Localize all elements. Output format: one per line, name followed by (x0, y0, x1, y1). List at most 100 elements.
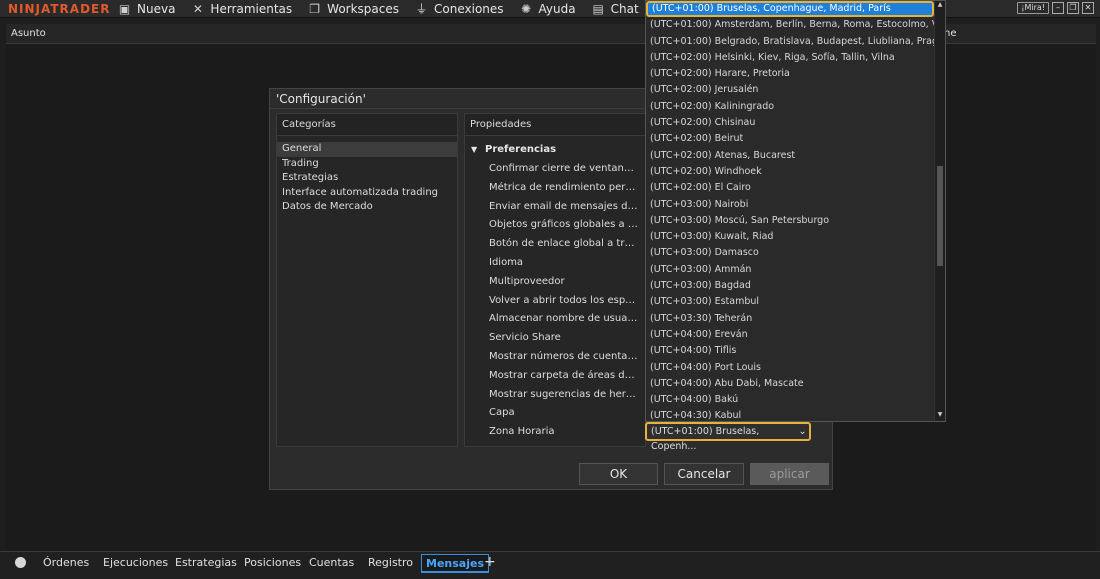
globe-icon[interactable] (15, 557, 26, 568)
property-item[interactable]: Mostrar números de cuenta y sa... (489, 348, 639, 367)
restore-icon[interactable]: ❐ (1067, 2, 1079, 14)
properties-header: Propiedades (465, 114, 645, 136)
menu-label: Chat (610, 1, 639, 16)
mira-button[interactable]: ¡Mira! (1017, 2, 1049, 14)
menu-label: Herramientas (210, 1, 293, 16)
workspaces-icon: ❐ (309, 1, 321, 16)
timezone-option[interactable]: (UTC+04:00) Tiflis (646, 343, 934, 359)
property-item[interactable]: Servicio Share (489, 329, 639, 348)
timezone-option[interactable]: (UTC+02:00) Harare, Pretoria (646, 66, 934, 82)
menu-conexiones[interactable]: ⏚ Conexiones (415, 2, 504, 16)
scrollbar-thumb[interactable] (937, 166, 943, 266)
timezone-option[interactable]: (UTC+03:00) Damasco (646, 245, 934, 261)
dropdown-scrollbar[interactable]: ▲ ▼ (934, 1, 945, 421)
tab-registro[interactable]: Registro (364, 554, 417, 573)
tab-estrategias[interactable]: Estrategias (171, 554, 241, 573)
timezone-option[interactable]: (UTC+04:00) Port Louis (646, 360, 934, 376)
timezone-option[interactable]: (UTC+03:00) Nairobi (646, 197, 934, 213)
timezone-option[interactable]: (UTC+03:00) Bagdad (646, 278, 934, 294)
property-item[interactable]: Mostrar carpeta de áreas de tra... (489, 367, 639, 386)
ok-button[interactable]: OK (579, 463, 658, 485)
timezone-option[interactable]: (UTC+04:00) Ereván (646, 327, 934, 343)
property-item[interactable]: Enviar email de mensajes de aler... (489, 198, 639, 217)
timezone-option[interactable]: (UTC+02:00) Windhoek (646, 164, 934, 180)
timezone-option[interactable]: (UTC+03:00) Ammán (646, 262, 934, 278)
scroll-up-icon[interactable]: ▲ (936, 1, 944, 8)
timezone-options: (UTC+01:00) Bruselas, Copenhague, Madrid… (646, 1, 945, 421)
menu-label: Nueva (137, 1, 176, 16)
timezone-option[interactable]: (UTC+04:30) Kabul (646, 408, 934, 421)
add-tab-icon[interactable]: + (484, 554, 496, 570)
category-market-data[interactable]: Datos de Mercado (277, 200, 457, 215)
timezone-option[interactable]: (UTC+02:00) Chisinau (646, 115, 934, 131)
apply-button[interactable]: aplicar (750, 463, 829, 485)
menu-label: Conexiones (434, 1, 504, 16)
window-controls: ¡Mira! – ❐ ✕ (1017, 2, 1094, 14)
timezone-option[interactable]: (UTC+03:30) Teherán (646, 311, 934, 327)
property-item[interactable]: Objetos gráficos globales a trav... (489, 216, 639, 235)
preferences-section[interactable]: ▼ Preferencias (471, 144, 556, 155)
timezone-option[interactable]: (UTC+04:00) Abu Dabi, Mascate (646, 376, 934, 392)
tools-icon: ✕ (192, 1, 203, 16)
category-general[interactable]: General (277, 142, 457, 157)
chevron-down-icon: ⌄ (798, 426, 807, 437)
scroll-down-icon[interactable]: ▼ (936, 411, 944, 418)
tab-ordenes[interactable]: Órdenes (39, 554, 93, 573)
new-icon: ▣ (118, 1, 131, 16)
menu-ayuda[interactable]: ✺ Ayuda (520, 2, 576, 16)
property-item[interactable]: Capa (489, 404, 639, 423)
property-item[interactable]: Botón de enlace global a través... (489, 235, 639, 254)
timezone-option[interactable]: (UTC+03:00) Estambul (646, 294, 934, 310)
properties-list: Confirmar cierre de ventana o p... Métri… (489, 160, 639, 442)
minimize-icon[interactable]: – (1052, 2, 1064, 14)
property-item[interactable]: Multiproveedor (489, 273, 639, 292)
timezone-option[interactable]: (UTC+02:00) Kaliningrado (646, 99, 934, 115)
menu-nueva[interactable]: ▣ Nueva (118, 1, 176, 16)
plug-icon: ⏚ (415, 1, 428, 16)
category-automated-trading[interactable]: Interface automatizada trading (277, 186, 457, 201)
tab-mensajes[interactable]: Mensajes (421, 554, 489, 573)
timezone-option[interactable]: (UTC+02:00) Jerusalén (646, 82, 934, 98)
timezone-option-selected[interactable]: (UTC+01:00) Bruselas, Copenhague, Madrid… (646, 1, 934, 18)
menu-label: Workspaces (327, 1, 400, 16)
timezone-option[interactable]: (UTC+04:00) Bakú (646, 392, 934, 408)
timezone-select[interactable]: (UTC+01:00) Bruselas, Copenh... ⌄ (645, 422, 811, 452)
menu-workspaces[interactable]: ❐ Workspaces (308, 2, 399, 16)
timezone-option[interactable]: (UTC+02:00) Atenas, Bucarest (646, 148, 934, 164)
collapse-triangle-icon[interactable]: ▼ (471, 145, 481, 154)
property-item[interactable]: Confirmar cierre de ventana o p... (489, 160, 639, 179)
property-item[interactable]: Métrica de rendimiento persona... (489, 179, 639, 198)
timezone-option[interactable]: (UTC+02:00) El Cairo (646, 180, 934, 196)
dialog-title: 'Configuración' (276, 92, 366, 106)
timezone-option[interactable]: (UTC+03:00) Moscú, San Petersburgo (646, 213, 934, 229)
help-icon: ✺ (521, 1, 532, 16)
tab-ejecuciones[interactable]: Ejecuciones (99, 554, 172, 573)
menu-label: Ayuda (538, 1, 576, 16)
category-trading[interactable]: Trading (277, 157, 457, 172)
chat-icon: ▤ (592, 1, 604, 16)
timezone-option[interactable]: (UTC+03:00) Kuwait, Riad (646, 229, 934, 245)
timezone-option[interactable]: (UTC+01:00) Belgrado, Bratislava, Budape… (646, 34, 944, 50)
bottom-tab-bar: Órdenes Ejecuciones Estrategias Posicion… (0, 551, 1100, 579)
menu-chat[interactable]: ▤ Chat (592, 1, 639, 16)
property-item[interactable]: Volver a abrir todos los espacios... (489, 292, 639, 311)
property-timezone[interactable]: Zona Horaria (489, 423, 639, 442)
timezone-dropdown: (UTC+01:00) Bruselas, Copenhague, Madrid… (645, 0, 946, 422)
property-item[interactable]: Mostrar sugerencias de herrami... (489, 386, 639, 405)
property-item[interactable]: Idioma (489, 254, 639, 273)
column-header-subject[interactable]: Asunto (11, 28, 46, 39)
section-label: Preferencias (485, 144, 557, 155)
categories-header: Categorías (277, 114, 457, 136)
timezone-value: (UTC+01:00) Bruselas, Copenh... (651, 426, 760, 452)
timezone-option[interactable]: (UTC+02:00) Beirut (646, 131, 934, 147)
property-item[interactable]: Almacenar nombre de usuario e... (489, 310, 639, 329)
category-estrategias[interactable]: Estrategias (277, 171, 457, 186)
app-logo: NINJATRADER (8, 1, 111, 16)
menu-herramientas[interactable]: ✕ Herramientas (191, 2, 292, 16)
close-icon[interactable]: ✕ (1082, 2, 1094, 14)
tab-cuentas[interactable]: Cuentas (305, 554, 358, 573)
timezone-option[interactable]: (UTC+01:00) Amsterdam, Berlín, Berna, Ro… (646, 17, 945, 33)
tab-posiciones[interactable]: Posiciones (240, 554, 305, 573)
cancel-button[interactable]: Cancelar (664, 463, 744, 485)
timezone-option[interactable]: (UTC+02:00) Helsinki, Kiev, Riga, Sofía,… (646, 50, 934, 66)
